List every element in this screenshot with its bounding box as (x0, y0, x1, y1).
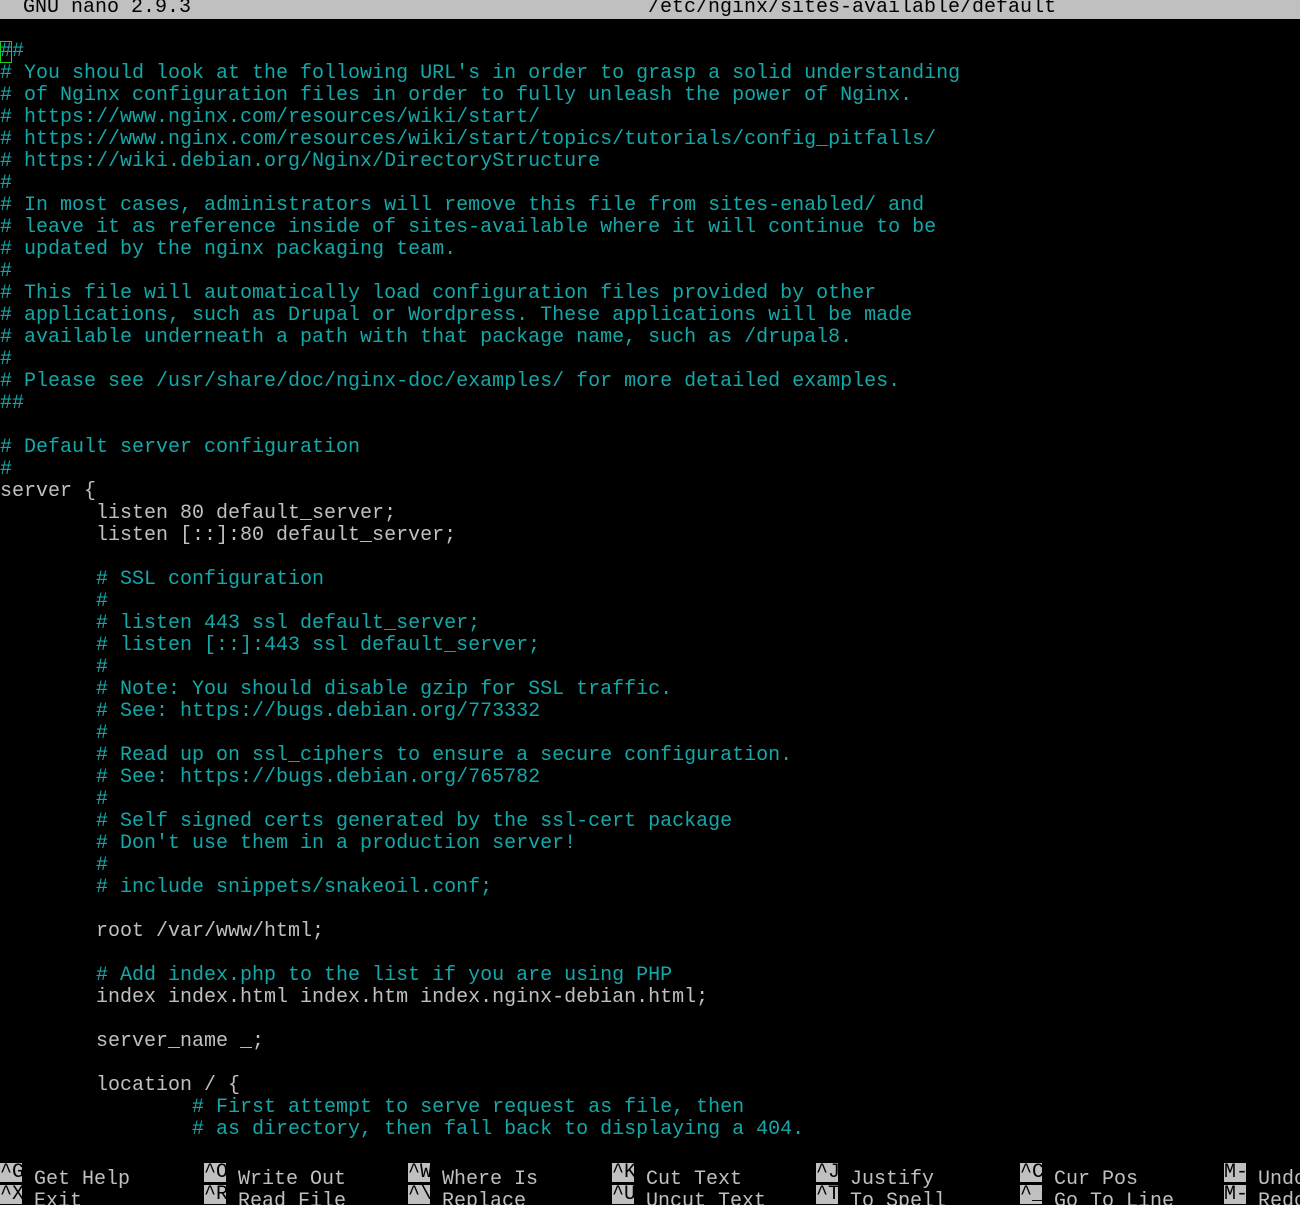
editor-line[interactable]: location / { (0, 1075, 1300, 1097)
editor-line[interactable]: # (0, 173, 1300, 195)
shortcut-key: ^K (612, 1163, 634, 1182)
shortcut-key: ^_ (1020, 1185, 1042, 1204)
shortcut-key: ^G (0, 1163, 22, 1182)
editor-line[interactable]: # listen [::]:443 ssl default_server; (0, 635, 1300, 657)
editor-line[interactable]: # applications, such as Drupal or Wordpr… (0, 305, 1300, 327)
shortcut-cur-pos[interactable]: ^C Cur Pos (1020, 1163, 1138, 1191)
editor-line[interactable]: # Don't use them in a production server! (0, 833, 1300, 855)
editor-line[interactable]: # Read up on ssl_ciphers to ensure a sec… (0, 745, 1300, 767)
text-cursor: # (0, 41, 13, 63)
shortcut-label: Read File (238, 1190, 347, 1205)
shortcut-to-spell[interactable]: ^T To Spell (816, 1185, 946, 1205)
shortcut-replace[interactable]: ^\ Replace (408, 1185, 526, 1205)
shortcut-key: ^T (816, 1185, 838, 1204)
editor-line[interactable]: # Please see /usr/share/doc/nginx-doc/ex… (0, 371, 1300, 393)
shortcut-label: Redo (1258, 1190, 1300, 1205)
editor-line[interactable]: # SSL configuration (0, 569, 1300, 591)
editor-line[interactable]: # https://www.nginx.com/resources/wiki/s… (0, 107, 1300, 129)
shortcut-cut-text[interactable]: ^K Cut Text (612, 1163, 742, 1191)
shortcut-exit[interactable]: ^X Exit (0, 1185, 82, 1205)
editor-line[interactable]: # as directory, then fall back to displa… (0, 1119, 1300, 1141)
file-path: /etc/nginx/sites-available/default (648, 0, 1057, 19)
editor-line[interactable]: # Note: You should disable gzip for SSL … (0, 679, 1300, 701)
shortcut-uncut-text[interactable]: ^U Uncut Text (612, 1185, 766, 1205)
editor-line[interactable]: # Default server configuration (0, 437, 1300, 459)
editor-line[interactable]: # (0, 459, 1300, 481)
editor-line[interactable]: # Self signed certs generated by the ssl… (0, 811, 1300, 833)
shortcut-go-to-line[interactable]: ^_ Go To Line (1020, 1185, 1174, 1205)
shortcut-label: Replace (442, 1190, 527, 1205)
editor-line[interactable]: # (0, 855, 1300, 877)
shortcut-key: ^U (612, 1185, 634, 1204)
editor-line[interactable]: ## (0, 41, 1300, 63)
editor-line[interactable]: # available underneath a path with that … (0, 327, 1300, 349)
shortcut-undo[interactable]: M-UUndo (1224, 1163, 1300, 1191)
editor-line[interactable]: ## (0, 393, 1300, 415)
shortcut-where-is[interactable]: ^W Where Is (408, 1163, 538, 1191)
editor-line[interactable]: # (0, 591, 1300, 613)
editor-line[interactable]: # of Nginx configuration files in order … (0, 85, 1300, 107)
editor-line[interactable] (0, 1053, 1300, 1075)
editor-line[interactable]: listen [::]:80 default_server; (0, 525, 1300, 547)
shortcut-label: Exit (34, 1190, 83, 1205)
editor-line[interactable] (0, 415, 1300, 437)
editor-line[interactable] (0, 899, 1300, 921)
shortcut-justify[interactable]: ^J Justify (816, 1163, 934, 1191)
shortcut-bar: ^G Get Help ^O Write Out ^W Where Is ^K Cut Tex… (0, 1163, 1300, 1205)
editor-line[interactable]: # updated by the nginx packaging team. (0, 239, 1300, 261)
shortcut-key: M-E (1224, 1185, 1246, 1204)
editor-line[interactable]: # (0, 789, 1300, 811)
shortcut-get-help[interactable]: ^G Get Help (0, 1163, 130, 1191)
shortcut-label: To Spell (850, 1190, 947, 1205)
editor-line[interactable] (0, 547, 1300, 569)
editor-line[interactable]: listen 80 default_server; (0, 503, 1300, 525)
editor-line[interactable]: # See: https://bugs.debian.org/765782 (0, 767, 1300, 789)
app-version: GNU nano 2.9.3 (23, 0, 192, 19)
shortcut-redo[interactable]: M-E Redo (1224, 1185, 1300, 1205)
editor-line[interactable]: # (0, 349, 1300, 371)
shortcut-label: Uncut Text (646, 1190, 767, 1205)
editor-line[interactable]: # Add index.php to the list if you are u… (0, 965, 1300, 987)
shortcut-key: ^J (816, 1163, 838, 1182)
editor-buffer[interactable]: ## # You should look at the following URL… (0, 41, 1300, 1141)
shortcut-key: ^R (204, 1185, 226, 1204)
shortcut-key: ^X (0, 1185, 22, 1204)
editor-line[interactable]: # leave it as reference inside of sites-… (0, 217, 1300, 239)
shortcut-key: ^W (408, 1163, 430, 1182)
editor-line[interactable]: # This file will automatically load conf… (0, 283, 1300, 305)
editor-line[interactable]: root /var/www/html; (0, 921, 1300, 943)
shortcut-key: ^\ (408, 1185, 430, 1204)
editor-line[interactable]: server { (0, 481, 1300, 503)
shortcut-key: ^C (1020, 1163, 1042, 1182)
editor-line[interactable] (0, 943, 1300, 965)
editor-line[interactable]: server_name _; (0, 1031, 1300, 1053)
editor-line[interactable]: # In most cases, administrators will rem… (0, 195, 1300, 217)
editor-line[interactable]: # You should look at the following URL's… (0, 63, 1300, 85)
shortcut-key: M-U (1224, 1163, 1246, 1182)
editor-line[interactable]: # (0, 261, 1300, 283)
editor-line[interactable]: # include snippets/snakeoil.conf; (0, 877, 1300, 899)
editor-line[interactable]: # See: https://bugs.debian.org/773332 (0, 701, 1300, 723)
editor-line[interactable]: # (0, 723, 1300, 745)
editor-line[interactable]: # First attempt to serve request as file… (0, 1097, 1300, 1119)
shortcut-read-file[interactable]: ^R Read File (204, 1185, 346, 1205)
editor-line[interactable]: # https://wiki.debian.org/Nginx/Director… (0, 151, 1300, 173)
editor-line[interactable] (0, 1009, 1300, 1031)
editor-line[interactable]: # (0, 657, 1300, 679)
editor-line[interactable]: # https://www.nginx.com/resources/wiki/s… (0, 129, 1300, 151)
shortcut-write-out[interactable]: ^O Write Out (204, 1163, 346, 1191)
shortcut-key: ^O (204, 1163, 226, 1182)
editor-line[interactable]: # listen 443 ssl default_server; (0, 613, 1300, 635)
title-bar: GNU nano 2.9.3 /etc/nginx/sites-availabl… (0, 0, 1300, 19)
shortcut-label: Go To Line (1054, 1190, 1175, 1205)
editor-line[interactable]: index index.html index.htm index.nginx-d… (0, 987, 1300, 1009)
